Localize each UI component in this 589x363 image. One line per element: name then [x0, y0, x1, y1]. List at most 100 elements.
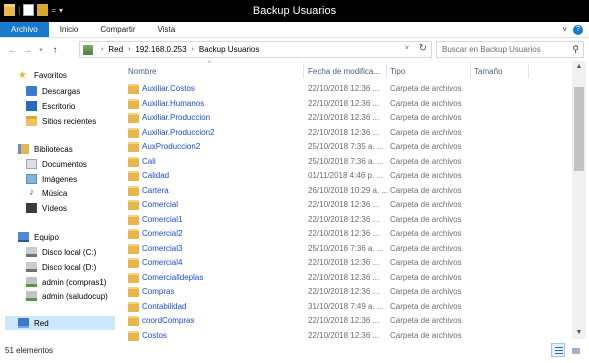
network-icon: [83, 44, 93, 55]
file-row[interactable]: Auxiliar.Produccion2 22/10/2018 12:36 ...…: [120, 126, 572, 141]
file-row[interactable]: Calidad 01/11/2018 4:46 p. ... Carpeta de …: [120, 169, 572, 184]
sidebar-item-equipo[interactable]: Equipo: [18, 232, 59, 242]
column-header-tipo[interactable]: Tipo: [390, 67, 405, 76]
breadcrumb-separator[interactable]: ›: [128, 46, 130, 53]
file-name[interactable]: AuxProduccion2: [142, 142, 200, 151]
recent-locations-icon[interactable]: ▾: [34, 46, 48, 54]
file-row[interactable]: Comercial 22/10/2018 12:36 ... Carpeta de …: [120, 198, 572, 213]
sidebar-item-videos[interactable]: Vídeos: [26, 203, 67, 213]
file-name[interactable]: Comercialldeplas: [142, 273, 203, 282]
sidebar-item-musica[interactable]: ♪ Música: [26, 188, 67, 198]
file-row[interactable]: Auxiliar.Costos 22/10/2018 12:36 ... Carpe…: [120, 82, 572, 97]
sidebar-item-admin-saludocup[interactable]: admin (saludocup): [26, 291, 108, 301]
file-name[interactable]: Cartera: [142, 186, 169, 195]
folder-icon: [128, 98, 139, 109]
recent-places-icon: [26, 116, 37, 126]
file-type: Carpeta de archivos: [390, 142, 462, 151]
file-row[interactable]: Comercial3 25/10/2018 7:36 a. ... Carpeta …: [120, 242, 572, 257]
sidebar-item-favoritos[interactable]: ★ Favoritos: [18, 70, 67, 81]
expand-ribbon-icon[interactable]: ˅: [562, 25, 567, 34]
file-type: Carpeta de archivos: [390, 258, 462, 267]
details-view-button[interactable]: [551, 343, 565, 357]
file-name[interactable]: Costos: [142, 331, 167, 340]
search-input[interactable]: Buscar en Backup Usuarios ⚲: [436, 41, 584, 58]
file-type: Carpeta de archivos: [390, 127, 462, 137]
column-divider[interactable]: [303, 63, 304, 78]
sidebar-item-admin-compras1[interactable]: admin (compras1): [26, 277, 106, 287]
file-date: 25/10/2018 7:36 a. ...: [308, 243, 384, 253]
column-header-nombre[interactable]: Nombre: [128, 67, 156, 76]
sidebar-item-imagenes[interactable]: Imágenes: [26, 174, 77, 184]
folder-icon: [128, 113, 139, 123]
breadcrumb-separator[interactable]: ›: [101, 46, 103, 53]
sidebar-item-escritorio[interactable]: Escritorio: [26, 101, 75, 111]
breadcrumb-red[interactable]: Red: [108, 45, 123, 54]
up-arrow-icon[interactable]: ↑: [48, 45, 62, 56]
sidebar-item-descargas[interactable]: Descargas: [26, 86, 80, 96]
back-arrow-icon[interactable]: ←: [6, 45, 20, 56]
sidebar-item-documentos[interactable]: Documentos: [26, 159, 87, 169]
breadcrumb-folder[interactable]: Backup Usuarios: [199, 45, 259, 54]
tab-vista[interactable]: Vista: [147, 22, 187, 37]
search-icon[interactable]: ⚲: [572, 44, 579, 55]
large-icons-view-button[interactable]: [568, 343, 582, 357]
file-name[interactable]: coordCompras: [142, 316, 194, 325]
file-name[interactable]: Comercial3: [142, 244, 182, 253]
tab-archivo[interactable]: Archivo: [0, 22, 49, 37]
file-row[interactable]: Comercial4 22/10/2018 12:36 ... Carpeta de…: [120, 256, 572, 271]
scroll-down-icon[interactable]: ▼: [572, 327, 586, 339]
network-drive-icon: [26, 277, 37, 287]
vertical-scrollbar[interactable]: ▲ ▼: [572, 61, 586, 339]
documents-icon: [26, 159, 37, 169]
tab-compartir[interactable]: Compartir: [89, 22, 146, 37]
file-name[interactable]: Compras: [142, 287, 174, 296]
breadcrumb-separator[interactable]: ›: [192, 46, 194, 53]
help-icon[interactable]: ?: [573, 24, 583, 35]
column-divider[interactable]: [528, 63, 529, 78]
file-row[interactable]: Auxiliar.Produccion 22/10/2018 12:36 ... C…: [120, 111, 572, 126]
scroll-up-icon[interactable]: ▲: [572, 61, 586, 73]
file-row[interactable]: Cali 25/10/2018 7:36 a. ... Carpeta de arc…: [120, 155, 572, 170]
file-name[interactable]: Auxiliar.Humanos: [142, 99, 204, 108]
address-dropdown-icon[interactable]: ˅: [405, 45, 409, 52]
file-name[interactable]: Comercial: [142, 200, 178, 209]
file-row[interactable]: Comercial1 22/10/2018 12:36 ... Carpeta de…: [120, 213, 572, 228]
column-divider[interactable]: [386, 63, 387, 78]
file-name[interactable]: Comercial1: [142, 215, 182, 224]
file-row[interactable]: Cartera 26/10/2018 10:29 a. ... Carpeta de…: [120, 184, 572, 199]
file-row[interactable]: Comercial2 22/10/2018 12:36 ... Carpeta de…: [120, 227, 572, 242]
column-divider[interactable]: [470, 63, 471, 78]
column-header-fecha[interactable]: Fecha de modifica...: [308, 67, 380, 76]
file-name[interactable]: Contabilidad: [142, 302, 186, 311]
file-row[interactable]: Compras 22/10/2018 12:36 ... Carpeta de ar…: [120, 285, 572, 300]
sidebar-item-disco-c[interactable]: Disco local (C:): [26, 247, 96, 257]
navigation-bar: ← → ▾ ↑ › Red › 192.168.0.253 › Backup U…: [0, 39, 589, 61]
file-name[interactable]: Cali: [142, 157, 156, 166]
breadcrumb-host[interactable]: 192.168.0.253: [135, 45, 186, 54]
folder-icon: [128, 229, 139, 239]
file-name[interactable]: Auxiliar.Costos: [142, 84, 195, 93]
sidebar-item-bibliotecas[interactable]: Bibliotecas: [18, 144, 73, 154]
sidebar-item-sitios-recientes[interactable]: Sitios recientes: [26, 116, 96, 126]
file-name[interactable]: Calidad: [142, 171, 169, 180]
scrollbar-thumb[interactable]: [574, 87, 584, 171]
file-row[interactable]: Contabilidad 31/10/2018 7:49 a. ... Carpet…: [120, 300, 572, 315]
column-header-tamano[interactable]: Tamaño: [474, 67, 502, 76]
file-name[interactable]: Comercial2: [142, 229, 182, 238]
file-row[interactable]: Auxiliar.Humanos 22/10/2018 12:36 ... Carp…: [120, 97, 572, 112]
forward-arrow-icon[interactable]: →: [20, 45, 34, 56]
tab-inicio[interactable]: Inicio: [49, 22, 90, 37]
address-bar[interactable]: › Red › 192.168.0.253 › Backup Usuarios …: [79, 41, 432, 58]
file-name[interactable]: Auxiliar.Produccion2: [142, 128, 214, 137]
file-row[interactable]: Comercialldeplas 22/10/2018 12:36 ... Carp…: [120, 271, 572, 286]
file-row[interactable]: coordCompras 22/10/2018 12:36 ... Carpeta …: [120, 314, 572, 329]
file-row[interactable]: AuxProduccion2 25/10/2018 7:35 a. ... Carp…: [120, 140, 572, 155]
refresh-icon[interactable]: ↻: [419, 43, 427, 54]
file-name[interactable]: Comercial4: [142, 258, 182, 267]
sidebar-item-label: admin (compras1): [42, 277, 107, 287]
file-name[interactable]: Auxiliar.Produccion: [142, 113, 210, 122]
drive-icon: [26, 262, 37, 272]
sidebar-item-disco-d[interactable]: Disco local (D:): [26, 262, 96, 272]
file-date: 22/10/2018 12:36 ...: [308, 113, 380, 122]
sidebar-item-red[interactable]: Red: [18, 318, 49, 328]
